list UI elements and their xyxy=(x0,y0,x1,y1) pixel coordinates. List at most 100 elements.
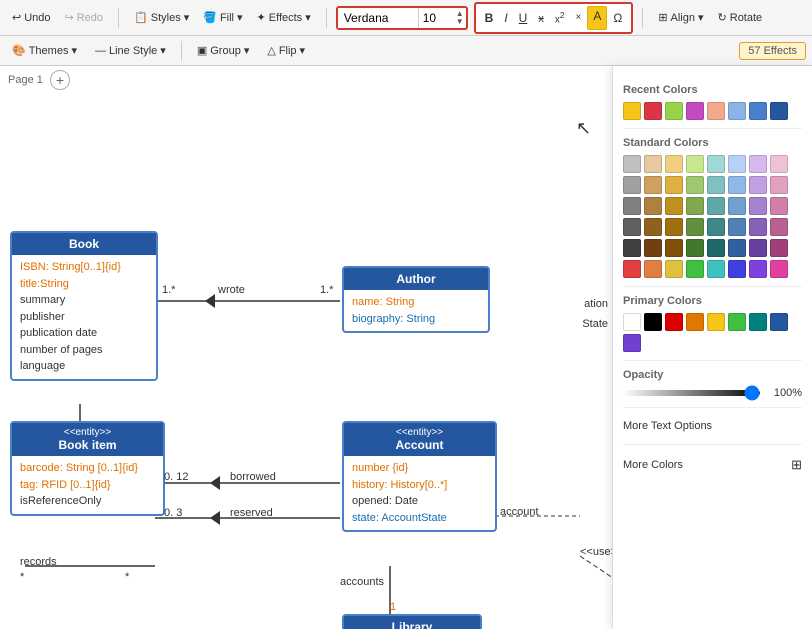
color-swatch[interactable] xyxy=(707,176,725,194)
color-swatch[interactable] xyxy=(707,197,725,215)
color-swatch[interactable] xyxy=(707,313,725,331)
fill-button[interactable]: 🪣 Fill ▾ xyxy=(197,8,248,27)
font-size-arrows[interactable]: ▲ ▼ xyxy=(454,10,466,26)
color-swatch[interactable] xyxy=(770,260,788,278)
color-swatch[interactable] xyxy=(707,260,725,278)
align-chevron: ▾ xyxy=(698,11,704,24)
color-swatch[interactable] xyxy=(686,313,704,331)
undo-button[interactable]: ↩ Undo xyxy=(6,8,57,27)
color-swatch[interactable] xyxy=(749,218,767,236)
color-swatch[interactable] xyxy=(644,102,662,120)
color-swatch[interactable] xyxy=(707,102,725,120)
themes-button[interactable]: 🎨 Themes ▾ xyxy=(6,41,83,60)
special-char-button[interactable]: Ω xyxy=(608,9,627,27)
color-swatch[interactable] xyxy=(686,218,704,236)
color-swatch[interactable] xyxy=(770,176,788,194)
color-swatch[interactable] xyxy=(644,218,662,236)
bold-button[interactable]: B xyxy=(480,9,499,27)
color-swatch[interactable] xyxy=(707,239,725,257)
effects-button[interactable]: ✦ Effects ▾ xyxy=(251,8,317,27)
color-swatch[interactable] xyxy=(686,155,704,173)
author-box[interactable]: Author name: String biography: String xyxy=(342,266,490,333)
color-swatch[interactable] xyxy=(644,239,662,257)
line-style-button[interactable]: — Line Style ▾ xyxy=(89,41,172,60)
color-swatch[interactable] xyxy=(770,102,788,120)
color-swatch[interactable] xyxy=(728,260,746,278)
redo-button[interactable]: ↪ Redo xyxy=(59,8,110,27)
color-swatch[interactable] xyxy=(665,176,683,194)
color-swatch[interactable] xyxy=(770,197,788,215)
color-swatch[interactable] xyxy=(749,239,767,257)
color-swatch[interactable] xyxy=(770,155,788,173)
color-swatch[interactable] xyxy=(770,218,788,236)
italic-button[interactable]: I xyxy=(499,9,512,27)
styles-button[interactable]: 📋 Styles ▾ xyxy=(128,8,195,27)
color-swatch[interactable] xyxy=(686,260,704,278)
action-label-partial: ation xyxy=(582,296,610,312)
book-box[interactable]: Book ISBN: String[0..1]{id} title:String… xyxy=(10,231,158,381)
color-swatch[interactable] xyxy=(665,239,683,257)
account-box[interactable]: <<entity>> Account number {id} history: … xyxy=(342,421,497,532)
color-swatch[interactable] xyxy=(623,218,641,236)
library-box[interactable]: Library name address xyxy=(342,614,482,629)
group-button[interactable]: ▣ Group ▾ xyxy=(191,41,256,60)
color-swatch[interactable] xyxy=(665,313,683,331)
color-swatch[interactable] xyxy=(623,313,641,331)
underline-button[interactable]: U xyxy=(514,9,533,27)
superscript-button[interactable]: x2 xyxy=(550,8,570,27)
color-swatch[interactable] xyxy=(728,239,746,257)
color-swatch[interactable] xyxy=(623,102,641,120)
color-swatch[interactable] xyxy=(686,102,704,120)
color-swatch[interactable] xyxy=(728,102,746,120)
cross-button[interactable]: × xyxy=(570,10,586,25)
color-swatch[interactable] xyxy=(686,239,704,257)
color-swatch[interactable] xyxy=(623,176,641,194)
more-text-options-link[interactable]: More Text Options xyxy=(623,416,802,436)
color-swatch[interactable] xyxy=(623,260,641,278)
color-swatch[interactable] xyxy=(728,218,746,236)
strikethrough-button[interactable]: x xyxy=(533,9,549,27)
color-swatch[interactable] xyxy=(644,260,662,278)
color-swatch[interactable] xyxy=(665,260,683,278)
color-swatch[interactable] xyxy=(665,102,683,120)
color-swatch[interactable] xyxy=(749,260,767,278)
highlight-button[interactable]: A xyxy=(587,6,607,30)
color-swatch[interactable] xyxy=(665,197,683,215)
color-swatch[interactable] xyxy=(728,176,746,194)
color-swatch[interactable] xyxy=(644,176,662,194)
color-swatch[interactable] xyxy=(770,313,788,331)
opacity-slider[interactable] xyxy=(623,390,760,396)
color-swatch[interactable] xyxy=(728,197,746,215)
color-swatch[interactable] xyxy=(623,155,641,173)
color-swatch[interactable] xyxy=(644,197,662,215)
color-swatch[interactable] xyxy=(623,239,641,257)
color-swatch[interactable] xyxy=(665,155,683,173)
more-colors-link[interactable]: More Colors ⊞ xyxy=(623,453,802,477)
color-swatch[interactable] xyxy=(770,239,788,257)
font-name-input[interactable] xyxy=(338,8,418,28)
align-button[interactable]: ⊞ Align ▾ xyxy=(652,8,709,27)
color-swatch[interactable] xyxy=(644,155,662,173)
color-swatch[interactable] xyxy=(686,197,704,215)
color-swatch[interactable] xyxy=(686,176,704,194)
color-swatch[interactable] xyxy=(665,218,683,236)
color-swatch[interactable] xyxy=(749,102,767,120)
color-swatch[interactable] xyxy=(707,218,725,236)
color-swatch[interactable] xyxy=(707,155,725,173)
color-swatch[interactable] xyxy=(749,176,767,194)
font-size-input[interactable] xyxy=(418,8,454,28)
color-swatch[interactable] xyxy=(728,155,746,173)
color-swatch[interactable] xyxy=(728,313,746,331)
flip-button[interactable]: △ Flip ▾ xyxy=(261,41,311,60)
add-page-button[interactable]: + xyxy=(50,70,70,90)
color-swatch[interactable] xyxy=(623,197,641,215)
color-swatch[interactable] xyxy=(749,313,767,331)
color-swatch[interactable] xyxy=(749,155,767,173)
rotate-button[interactable]: ↻ Rotate xyxy=(712,8,769,27)
color-swatch[interactable] xyxy=(749,197,767,215)
book-item-box[interactable]: <<entity>> Book item barcode: String [0.… xyxy=(10,421,165,516)
color-swatch[interactable] xyxy=(644,313,662,331)
standard-colors-grid xyxy=(623,155,802,278)
font-size-down[interactable]: ▼ xyxy=(456,18,464,26)
color-swatch[interactable] xyxy=(623,334,641,352)
